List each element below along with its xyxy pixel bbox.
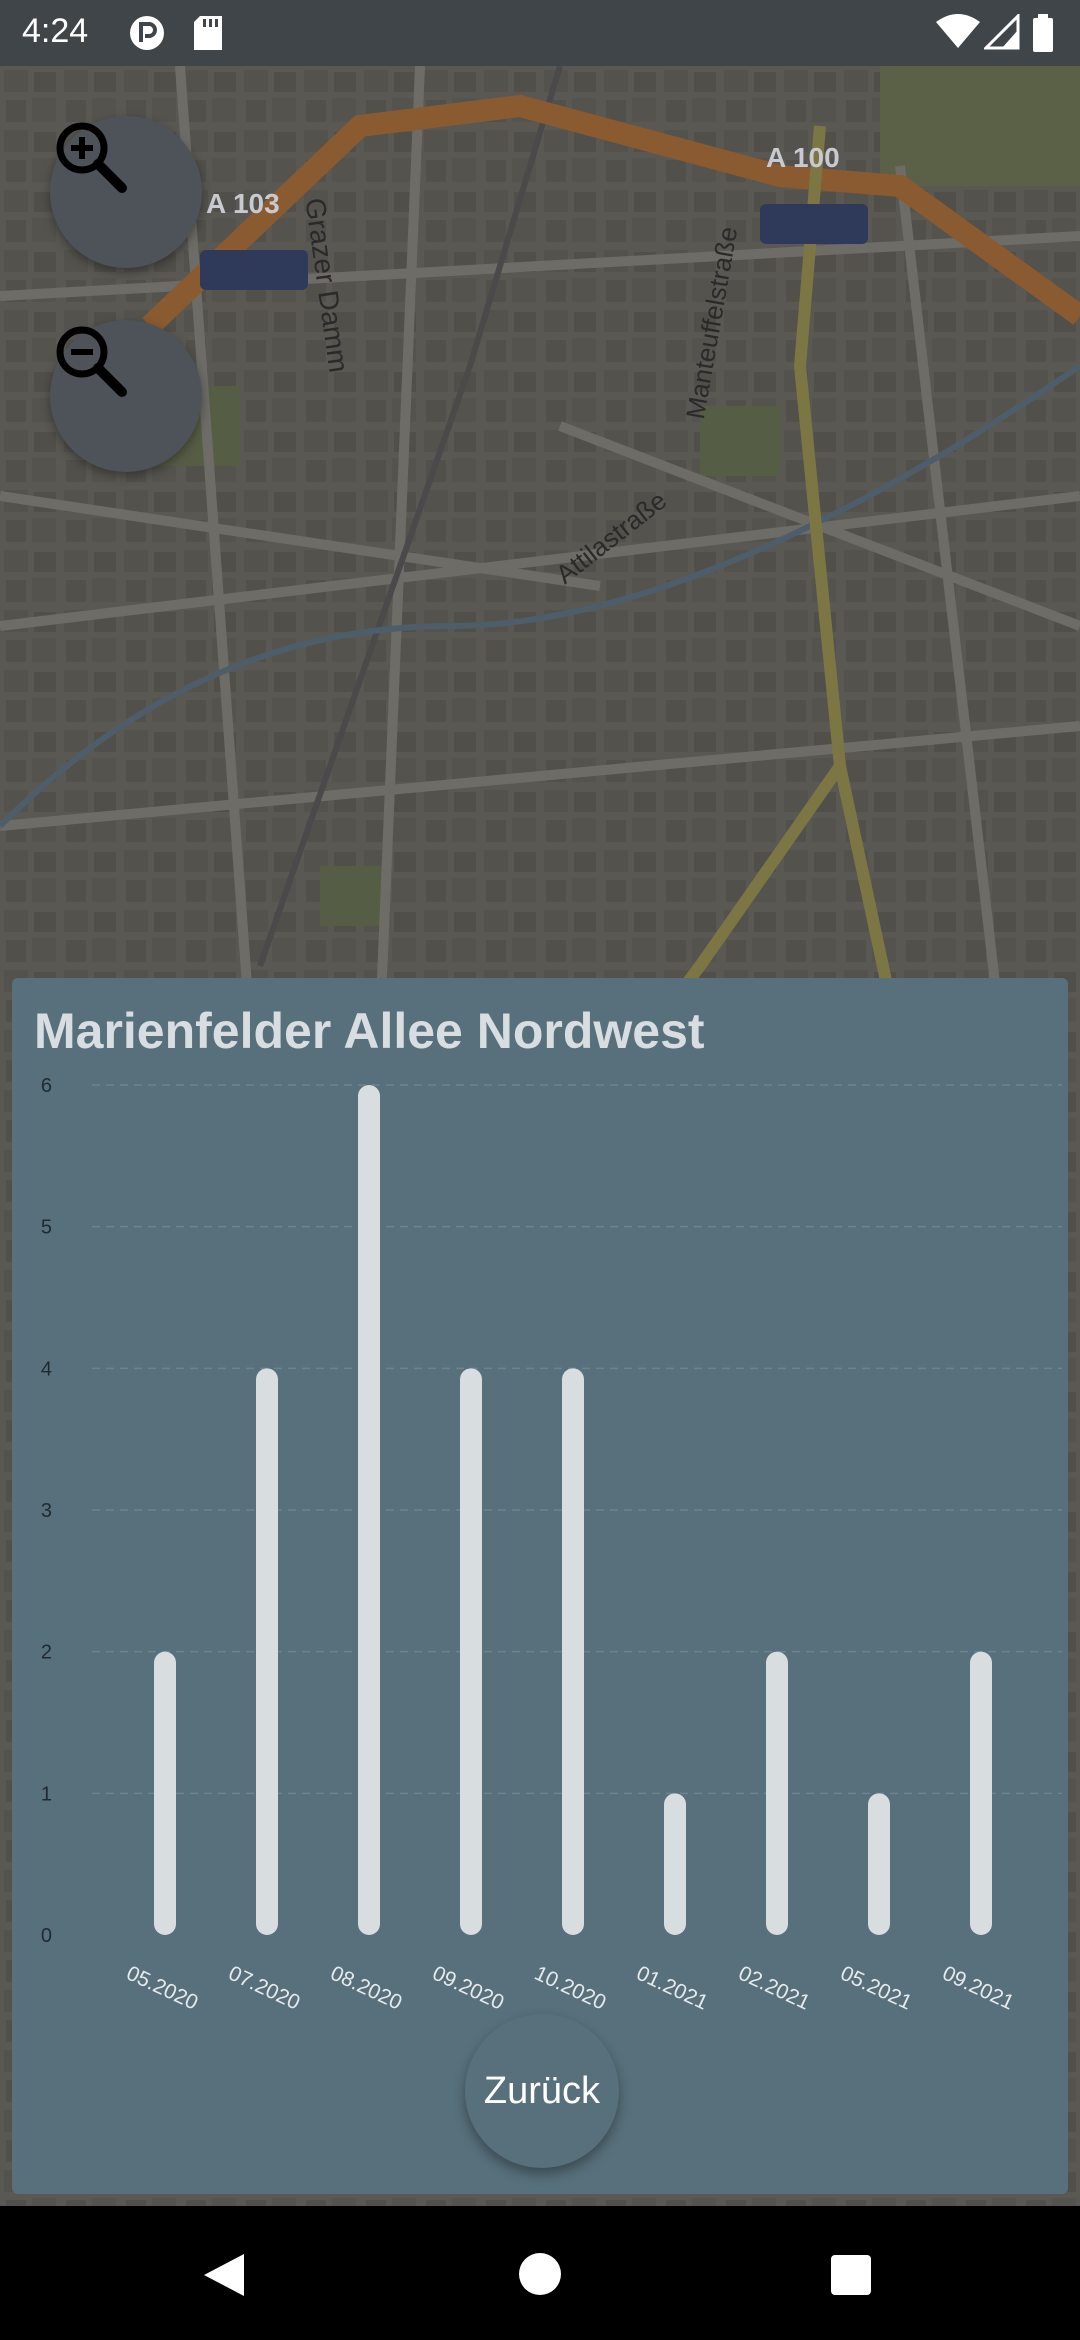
x-tick-label: 02.2021: [735, 1962, 814, 2015]
bar-02.2021[interactable]: [766, 1651, 788, 1935]
zoom-out-button[interactable]: [50, 320, 202, 472]
navigation-bar: [0, 2206, 1080, 2340]
x-tick-label: 08.2020: [327, 1962, 406, 2015]
bar-10.2020[interactable]: [562, 1368, 584, 1935]
back-button[interactable]: Zurück: [465, 2014, 619, 2168]
app-notification-icon: [128, 14, 166, 57]
bar-09.2021[interactable]: [970, 1651, 992, 1935]
x-tick-label: 10.2020: [531, 1962, 610, 2015]
x-tick-label: 09.2021: [939, 1962, 1018, 2015]
map-label-a100: A 100: [766, 142, 840, 173]
bar-05.2021[interactable]: [868, 1793, 890, 1935]
y-tick-label: 5: [41, 1217, 52, 1239]
sd-card-icon: [192, 14, 224, 57]
y-tick-label: 2: [41, 1642, 52, 1664]
x-tick-label: 05.2020: [123, 1962, 202, 2015]
nav-back-icon[interactable]: [202, 2252, 246, 2303]
y-tick-label: 6: [41, 1075, 52, 1097]
station-detail-sheet: 0 1 2 3 4 5 6 05.2020 07.2020 08.2020 09.2020 10.20…: [12, 978, 1068, 2194]
status-bar: 4:24: [0, 0, 1080, 66]
zoom-in-button[interactable]: [50, 116, 202, 268]
x-tick-label: 09.2020: [429, 1962, 508, 2015]
bar-01.2021[interactable]: [664, 1793, 686, 1935]
battery-icon: [1032, 14, 1054, 57]
bar-chart: 0 1 2 3 4 5 6 05.2020 07.2020 08.2020 09.2020 10.20…: [41, 1075, 1062, 2015]
zoom-in-icon: [56, 122, 127, 193]
x-tick-label: 01.2021: [633, 1962, 712, 2015]
zoom-out-icon: [56, 326, 127, 397]
y-tick-label: 0: [41, 1925, 52, 1947]
x-tick-label: 07.2020: [225, 1962, 304, 2015]
x-tick-label: 05.2021: [837, 1962, 916, 2015]
bar-09.2020[interactable]: [460, 1368, 482, 1935]
station-title: Marienfelder Allee Nordwest: [34, 1003, 705, 1059]
nav-recents-icon[interactable]: [830, 2254, 872, 2301]
nav-home-icon[interactable]: [518, 2252, 562, 2301]
wifi-icon: [936, 14, 980, 55]
y-tick-label: 3: [41, 1500, 52, 1522]
map-label-a103: A 103: [206, 188, 280, 219]
signal-icon: [982, 12, 1020, 55]
status-time: 4:24: [22, 12, 89, 50]
bar-08.2020[interactable]: [358, 1085, 380, 1935]
bar-07.2020[interactable]: [256, 1368, 278, 1935]
bar-05.2020[interactable]: [154, 1651, 176, 1935]
y-tick-label: 1: [41, 1783, 52, 1805]
y-tick-label: 4: [41, 1358, 52, 1380]
